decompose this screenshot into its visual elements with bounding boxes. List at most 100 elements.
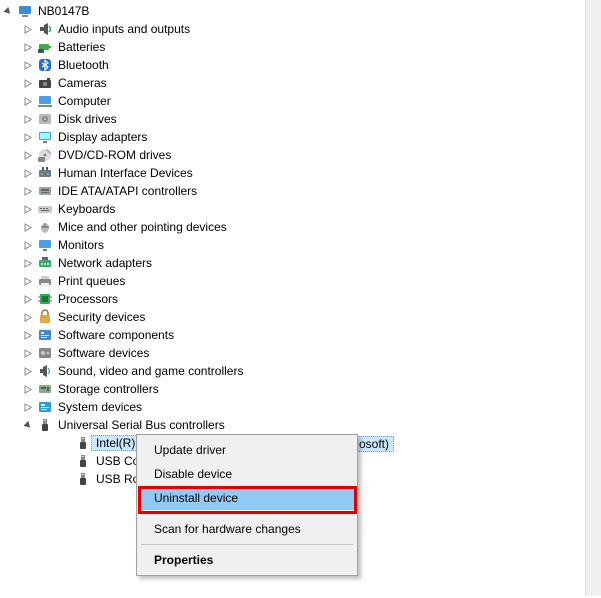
category-label: Security devices — [56, 310, 145, 324]
category-security[interactable]: Security devices — [0, 308, 601, 326]
swdev-icon — [36, 345, 54, 361]
category-storage[interactable]: Storage controllers — [0, 380, 601, 398]
category-display[interactable]: Display adapters — [0, 128, 601, 146]
category-label: Processors — [56, 292, 118, 306]
expand-icon[interactable] — [22, 187, 34, 196]
category-sound[interactable]: Sound, video and game controllers — [0, 362, 601, 380]
keyboard-icon — [36, 201, 54, 217]
context-menu: Update driverDisable deviceUninstall dev… — [136, 434, 358, 576]
printer-icon — [36, 273, 54, 289]
menu-item-properties[interactable]: Properties — [140, 548, 354, 572]
computer-icon — [36, 93, 54, 109]
expand-icon[interactable] — [22, 133, 34, 142]
menu-item-uninstall-device[interactable]: Uninstall device — [140, 486, 354, 510]
bluetooth-icon — [36, 57, 54, 73]
expand-icon[interactable] — [22, 385, 34, 394]
expand-icon[interactable] — [22, 97, 34, 106]
category-mouse[interactable]: Mice and other pointing devices — [0, 218, 601, 236]
expand-icon[interactable] — [22, 367, 34, 376]
security-icon — [36, 309, 54, 325]
audio-icon — [36, 21, 54, 37]
usb-icon — [74, 453, 92, 469]
category-computer[interactable]: Computer — [0, 92, 601, 110]
menu-separator — [141, 513, 353, 514]
category-label: Computer — [56, 94, 111, 108]
usb-icon — [74, 435, 92, 451]
category-swdev[interactable]: Software devices — [0, 344, 601, 362]
mouse-icon — [36, 219, 54, 235]
tree-root[interactable]: NB0147B — [0, 2, 601, 20]
category-label: DVD/CD-ROM drives — [56, 148, 171, 162]
category-disk[interactable]: Disk drives — [0, 110, 601, 128]
computer-icon — [16, 3, 34, 19]
cpu-icon — [36, 291, 54, 307]
category-label: System devices — [56, 400, 142, 414]
collapse-icon[interactable] — [22, 421, 34, 430]
expand-icon[interactable] — [22, 43, 34, 52]
display-icon — [36, 129, 54, 145]
category-label: Software devices — [56, 346, 149, 360]
category-ide[interactable]: IDE ATA/ATAPI controllers — [0, 182, 601, 200]
category-label: IDE ATA/ATAPI controllers — [56, 184, 197, 198]
swcomp-icon — [36, 327, 54, 343]
disk-icon — [36, 111, 54, 127]
category-label: Cameras — [56, 76, 107, 90]
expand-icon[interactable] — [22, 169, 34, 178]
monitor-icon — [36, 237, 54, 253]
category-monitor[interactable]: Monitors — [0, 236, 601, 254]
expand-icon[interactable] — [22, 79, 34, 88]
category-printer[interactable]: Print queues — [0, 272, 601, 290]
device-tree[interactable]: NB0147B Audio inputs and outputs Batterie… — [0, 0, 601, 490]
expand-icon[interactable] — [22, 313, 34, 322]
selected-item-suffix: osoft) — [357, 436, 394, 452]
root-label: NB0147B — [36, 4, 89, 18]
category-bluetooth[interactable]: Bluetooth — [0, 56, 601, 74]
category-keyboard[interactable]: Keyboards — [0, 200, 601, 218]
category-camera[interactable]: Cameras — [0, 74, 601, 92]
category-label: Human Interface Devices — [56, 166, 193, 180]
expand-icon[interactable] — [22, 295, 34, 304]
category-swcomp[interactable]: Software components — [0, 326, 601, 344]
category-label: Audio inputs and outputs — [56, 22, 190, 36]
menu-item-update-driver[interactable]: Update driver — [140, 438, 354, 462]
category-dvd[interactable]: DVD/CD-ROM drives — [0, 146, 601, 164]
category-label: Disk drives — [56, 112, 117, 126]
scrollbar[interactable] — [585, 0, 601, 596]
category-system[interactable]: System devices — [0, 398, 601, 416]
expand-icon[interactable] — [22, 259, 34, 268]
expand-icon[interactable] — [22, 241, 34, 250]
network-icon — [36, 255, 54, 271]
menu-separator — [141, 544, 353, 545]
collapse-icon[interactable] — [2, 7, 14, 16]
category-label: Print queues — [56, 274, 125, 288]
category-battery[interactable]: Batteries — [0, 38, 601, 56]
menu-item-disable-device[interactable]: Disable device — [140, 462, 354, 486]
category-usb[interactable]: Universal Serial Bus controllers — [0, 416, 601, 434]
storage-icon — [36, 381, 54, 397]
category-label: Monitors — [56, 238, 104, 252]
expand-icon[interactable] — [22, 403, 34, 412]
expand-icon[interactable] — [22, 115, 34, 124]
expand-icon[interactable] — [22, 205, 34, 214]
category-cpu[interactable]: Processors — [0, 290, 601, 308]
category-hid[interactable]: Human Interface Devices — [0, 164, 601, 182]
expand-icon[interactable] — [22, 25, 34, 34]
category-label: Bluetooth — [56, 58, 109, 72]
camera-icon — [36, 75, 54, 91]
expand-icon[interactable] — [22, 223, 34, 232]
category-label: Software components — [56, 328, 174, 342]
menu-item-scan-for-hardware-changes[interactable]: Scan for hardware changes — [140, 517, 354, 541]
expand-icon[interactable] — [22, 349, 34, 358]
category-label: Batteries — [56, 40, 105, 54]
expand-icon[interactable] — [22, 331, 34, 340]
dvd-icon — [36, 147, 54, 163]
expand-icon[interactable] — [22, 151, 34, 160]
sound-icon — [36, 363, 54, 379]
hid-icon — [36, 165, 54, 181]
expand-icon[interactable] — [22, 277, 34, 286]
expand-icon[interactable] — [22, 61, 34, 70]
ide-icon — [36, 183, 54, 199]
category-audio[interactable]: Audio inputs and outputs — [0, 20, 601, 38]
battery-icon — [36, 39, 54, 55]
category-network[interactable]: Network adapters — [0, 254, 601, 272]
